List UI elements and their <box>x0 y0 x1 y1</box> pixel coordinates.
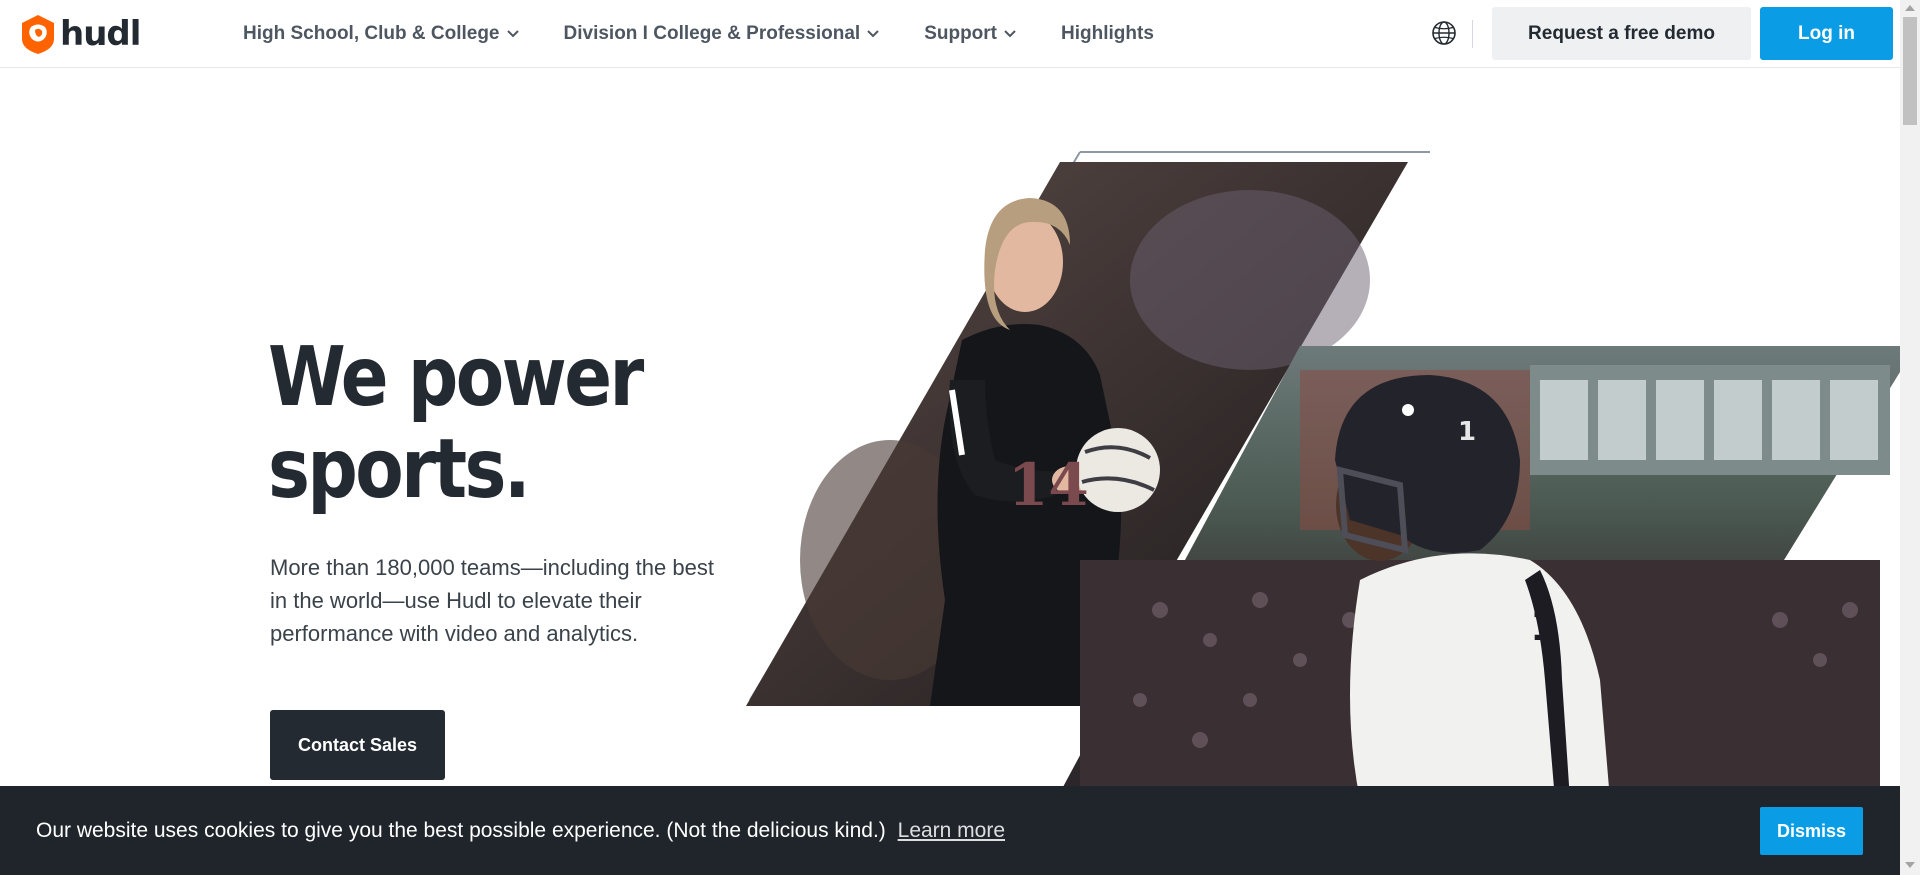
nav-item-label: Highlights <box>1061 23 1154 44</box>
cookie-message: Our website uses cookies to give you the… <box>36 819 886 842</box>
jersey-number: 14 <box>1008 451 1089 519</box>
hero-images: 14 1 1 <box>746 151 1900 800</box>
scrollbar-thumb[interactable] <box>1903 17 1917 125</box>
jersey-number: 1 <box>1530 604 1558 650</box>
chevron-down-icon <box>1004 30 1016 38</box>
hero-title-line-2: sports. <box>268 422 531 517</box>
hero-title: We power sports. <box>268 332 750 516</box>
hudl-logo[interactable]: hudl <box>18 13 141 55</box>
chevron-down-icon <box>867 30 879 38</box>
cookie-message-row: Our website uses cookies to give you the… <box>36 816 1005 846</box>
nav-item-division-i-college-professional[interactable]: Division I College & Professional <box>564 0 881 68</box>
nav-item-label: High School, Club & College <box>243 23 500 44</box>
contact-sales-button[interactable]: Contact Sales <box>270 710 445 780</box>
hero-subtitle: More than 180,000 teams—including the be… <box>270 555 714 646</box>
page-scrollbar[interactable] <box>1900 0 1920 875</box>
hudl-logo-text: hudl <box>60 14 141 54</box>
globe-icon[interactable] <box>1431 20 1457 46</box>
chevron-down-icon <box>506 30 519 38</box>
hero-title-line-1: We power <box>268 330 644 425</box>
scroll-down-arrow-icon[interactable] <box>1905 862 1915 868</box>
dismiss-button[interactable]: Dismiss <box>1760 807 1863 855</box>
main-nav: High School, Club & College Division I C… <box>243 0 1198 68</box>
site-header: hudl High School, Club & College Divisio… <box>0 0 1900 68</box>
nav-item-high-school-club-college[interactable]: High School, Club & College <box>243 0 520 68</box>
cookie-banner: Our website uses cookies to give you the… <box>0 786 1900 875</box>
login-button[interactable]: Log in <box>1760 7 1893 60</box>
header-divider <box>1472 20 1473 48</box>
nav-item-highlights[interactable]: Highlights <box>1061 0 1154 68</box>
nav-item-support[interactable]: Support <box>924 0 1017 68</box>
nav-item-label: Support <box>924 23 998 44</box>
request-demo-button[interactable]: Request a free demo <box>1492 7 1751 60</box>
learn-more-link[interactable]: Learn more <box>898 819 1005 842</box>
nav-item-label: Division I College & Professional <box>563 23 861 44</box>
scroll-up-arrow-icon[interactable] <box>1905 5 1915 11</box>
hudl-logo-icon <box>22 15 54 54</box>
svg-text:1: 1 <box>1458 417 1476 447</box>
